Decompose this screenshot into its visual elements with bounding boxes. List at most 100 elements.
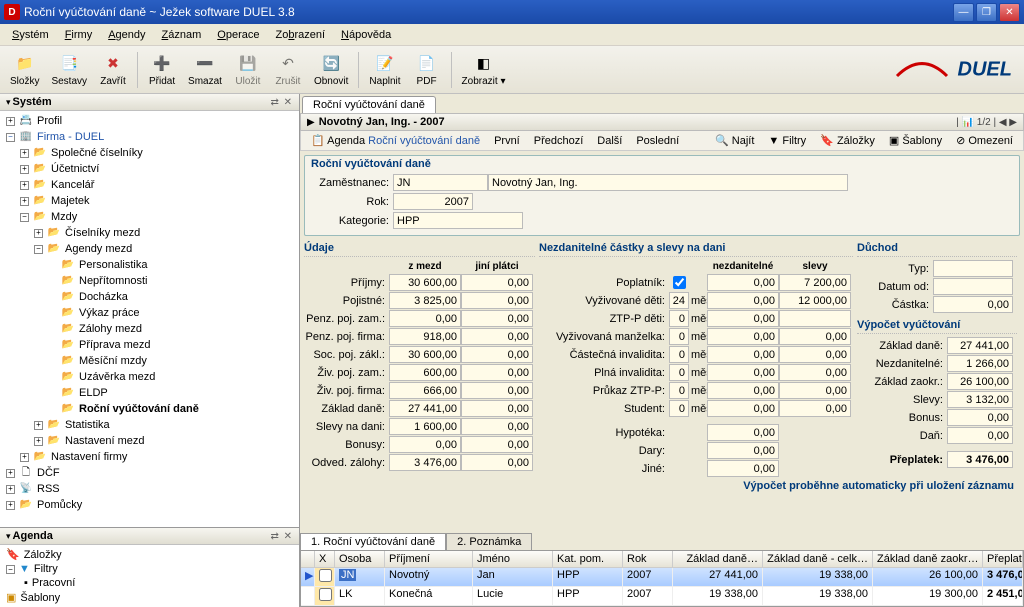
tb-pridat[interactable]: ➕Přidat <box>142 51 182 89</box>
udaje-mezd[interactable]: 600,00 <box>389 364 461 381</box>
udaje-platci[interactable]: 0,00 <box>461 418 533 435</box>
tb-naplnit[interactable]: 📝Naplnit <box>363 51 406 89</box>
udaje-platci[interactable]: 0,00 <box>461 454 533 471</box>
maximize-button[interactable]: ❐ <box>976 3 997 22</box>
menu-firmy[interactable]: Firmy <box>57 27 101 43</box>
menu-system[interactable]: Systém <box>4 27 57 43</box>
tree-pomucky[interactable]: +📂Pomůcky <box>4 497 297 513</box>
minimize-button[interactable]: — <box>953 3 974 22</box>
nezd-nezd[interactable]: 0,00 <box>707 310 779 327</box>
tree-eldp[interactable]: 📂ELDP <box>46 385 297 401</box>
close-button[interactable]: ✕ <box>999 3 1020 22</box>
udaje-mezd[interactable]: 30 600,00 <box>389 274 461 291</box>
nezd-nezd[interactable]: 0,00 <box>707 274 779 291</box>
udaje-platci[interactable]: 0,00 <box>461 274 533 291</box>
tree-kancelar[interactable]: +📂Kancelář <box>18 177 297 193</box>
nezd-val[interactable]: 0 <box>669 382 689 399</box>
udaje-mezd[interactable]: 0,00 <box>389 436 461 453</box>
nezd-slevy[interactable]: 0,00 <box>779 328 851 345</box>
nezd-nezd[interactable]: 0,00 <box>707 328 779 345</box>
udaje-platci[interactable]: 0,00 <box>461 364 533 381</box>
inp-kategorie[interactable] <box>393 212 523 229</box>
menu-zobrazeni[interactable]: Zobrazení <box>268 27 334 43</box>
btab-2[interactable]: 2. Poznámka <box>446 533 532 550</box>
nezd-nezd[interactable]: 0,00 <box>707 460 779 477</box>
nav-dalsi[interactable]: Další <box>591 134 628 148</box>
nezd-slevy[interactable]: 0,00 <box>779 346 851 363</box>
nezd-val[interactable]: 0 <box>669 346 689 363</box>
udaje-platci[interactable]: 0,00 <box>461 310 533 327</box>
udaje-platci[interactable]: 0,00 <box>461 400 533 417</box>
row-check[interactable] <box>319 588 332 601</box>
tree-priprava[interactable]: 📂Příprava mezd <box>46 337 297 353</box>
nezd-slevy[interactable]: 0,00 <box>779 364 851 381</box>
nezd-val[interactable]: 0 <box>669 328 689 345</box>
udaje-mezd[interactable]: 30 600,00 <box>389 346 461 363</box>
tree-zalohy[interactable]: 📂Zálohy mezd <box>46 321 297 337</box>
nezd-nezd[interactable]: 0,00 <box>707 346 779 363</box>
nezd-nezd[interactable]: 0,00 <box>707 400 779 417</box>
nav-filtry[interactable]: ▼ Filtry <box>762 134 812 148</box>
tb-ulozit[interactable]: 💾Uložit <box>228 51 268 89</box>
agenda-sablony[interactable]: ▣Šablony <box>2 590 297 605</box>
nezd-val[interactable]: 0 <box>669 364 689 381</box>
tb-obnovit[interactable]: 🔄Obnovit <box>308 51 354 89</box>
nav-predchozi[interactable]: Předchozí <box>528 134 590 148</box>
tree-profil[interactable]: +📇Profil <box>4 113 297 129</box>
btab-1[interactable]: 1. Roční vyúčtování daně <box>300 533 446 550</box>
tree-ucetnictvi[interactable]: +📂Účetnictví <box>18 161 297 177</box>
tree-spolecne[interactable]: +📂Společné číselníky <box>18 145 297 161</box>
menu-operace[interactable]: Operace <box>209 27 267 43</box>
tree-nepritomnosti[interactable]: 📂Nepřítomnosti <box>46 273 297 289</box>
tree-mzdy[interactable]: −📂Mzdy <box>18 209 297 225</box>
agenda-filtry[interactable]: −▼Filtry <box>2 562 297 576</box>
nezd-slevy[interactable] <box>779 310 851 327</box>
udaje-mezd[interactable]: 918,00 <box>389 328 461 345</box>
nezd-slevy[interactable]: 0,00 <box>779 400 851 417</box>
tree-vykaz[interactable]: 📂Výkaz práce <box>46 305 297 321</box>
udaje-mezd[interactable]: 0,00 <box>389 310 461 327</box>
tree-nastaveni-firmy[interactable]: +📂Nastavení firmy <box>18 449 297 465</box>
nav-zalozky[interactable]: 🔖 Záložky <box>814 133 881 148</box>
menu-napoveda[interactable]: Nápověda <box>333 27 399 43</box>
udaje-platci[interactable]: 0,00 <box>461 346 533 363</box>
menu-agendy[interactable]: Agendy <box>100 27 153 43</box>
tree-nastaveni-mezd[interactable]: +📂Nastavení mezd <box>32 433 297 449</box>
nav-agenda[interactable]: 📋 Agenda Roční vyúčtování daně <box>305 133 486 148</box>
row-check[interactable] <box>319 569 332 582</box>
nav-prvni[interactable]: První <box>488 134 526 148</box>
tree-rss[interactable]: +📡RSS <box>4 481 297 497</box>
tree-mesicni[interactable]: 📂Měsíční mzdy <box>46 353 297 369</box>
nezd-val[interactable]: 24 <box>669 292 689 309</box>
nav-sablony[interactable]: ▣ Šablony <box>883 133 948 148</box>
nezd-nezd[interactable]: 0,00 <box>707 382 779 399</box>
chk-poplatnik[interactable] <box>673 276 686 289</box>
tb-zrusit[interactable]: ↶Zrušit <box>268 51 308 89</box>
tree-majetek[interactable]: +📂Majetek <box>18 193 297 209</box>
menu-zaznam[interactable]: Záznam <box>154 27 210 43</box>
tree-statistika[interactable]: +📂Statistika <box>32 417 297 433</box>
tree-dochazka[interactable]: 📂Docházka <box>46 289 297 305</box>
nav-omezeni[interactable]: ⊘ Omezení <box>950 133 1019 148</box>
agenda-pracovni[interactable]: ▪Pracovní <box>2 576 297 590</box>
nezd-nezd[interactable]: 0,00 <box>707 442 779 459</box>
inp-zamestnanec-code[interactable] <box>393 174 488 191</box>
tb-zavrit[interactable]: ✖Zavřít <box>93 51 133 89</box>
nezd-nezd[interactable]: 0,00 <box>707 424 779 441</box>
agenda-zalozky[interactable]: 🔖Záložky <box>2 547 297 562</box>
nav-posledni[interactable]: Poslední <box>630 134 685 148</box>
udaje-platci[interactable]: 0,00 <box>461 436 533 453</box>
udaje-mezd[interactable]: 3 476,00 <box>389 454 461 471</box>
udaje-mezd[interactable]: 666,00 <box>389 382 461 399</box>
nav-najit[interactable]: 🔍 Najít <box>709 133 760 148</box>
inp-duchod-castka[interactable]: 0,00 <box>933 296 1013 313</box>
nezd-nezd[interactable]: 0,00 <box>707 364 779 381</box>
udaje-mezd[interactable]: 1 600,00 <box>389 418 461 435</box>
table-row[interactable]: LK Konečná Lucie HPP 2007 19 338,00 19 3… <box>301 587 1023 606</box>
tree-agendy-mezd[interactable]: −📂Agendy mezd <box>32 241 297 257</box>
udaje-platci[interactable]: 0,00 <box>461 292 533 309</box>
udaje-mezd[interactable]: 3 825,00 <box>389 292 461 309</box>
tree-personalistika[interactable]: 📂Personalistika <box>46 257 297 273</box>
inp-zamestnanec-name[interactable] <box>488 174 848 191</box>
tree-firma[interactable]: −🏢Firma - DUEL <box>4 129 297 145</box>
